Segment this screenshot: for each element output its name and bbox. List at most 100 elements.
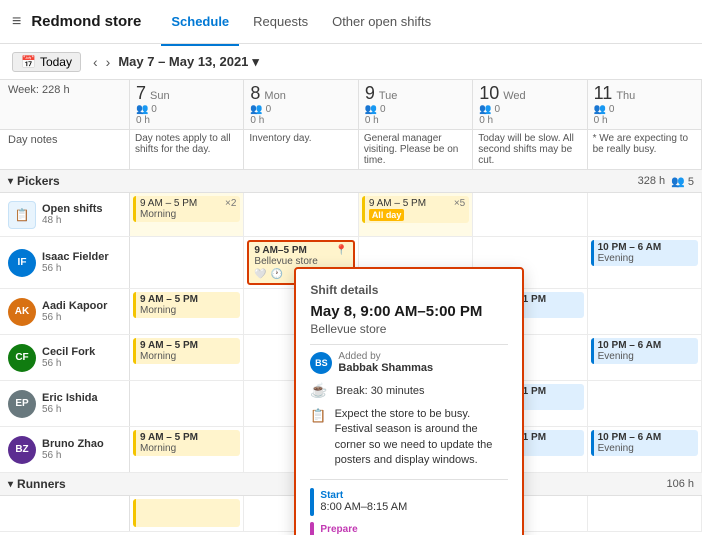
note-icon: 📋 — [310, 408, 326, 424]
calendar-icon: 📅 — [21, 55, 36, 69]
nav-tabs: Schedule Requests Other open shifts — [161, 10, 441, 33]
aadi-day4[interactable] — [588, 289, 702, 334]
bruno-name: Bruno Zhao — [42, 438, 104, 450]
open-shift-day3[interactable] — [473, 193, 587, 236]
open-shift-day1[interactable] — [244, 193, 358, 236]
runners-shift-0[interactable] — [133, 499, 240, 527]
heart-icon: 🤍 — [254, 269, 266, 280]
cecil-time-4: 10 PM – 6 AM — [598, 340, 694, 351]
activity-start: Start 8:00 AM–8:15 AM — [310, 488, 508, 516]
open-shift-day4[interactable] — [588, 193, 702, 236]
popup-divider-2 — [310, 479, 508, 480]
isaac-name: Isaac Fielder — [42, 251, 109, 263]
bruno-label-0: Morning — [140, 443, 236, 454]
note-day-4: * We are expecting to be really busy. — [588, 130, 702, 169]
cecil-shift-0[interactable]: 9 AM – 5 PM Morning — [133, 338, 240, 364]
pickers-label: Pickers — [17, 174, 60, 188]
day-num-4: 11 — [594, 83, 613, 104]
cecil-day0[interactable]: 9 AM – 5 PM Morning — [130, 335, 244, 380]
isaac-day0[interactable] — [130, 237, 244, 288]
cecil-cell: CF Cecil Fork 56 h — [0, 335, 130, 380]
popup-title: Shift details — [310, 283, 508, 297]
bruno-day0[interactable]: 9 AM – 5 PM Morning — [130, 427, 244, 472]
day-header-1: 8 Mon 👥 0 0 h — [244, 80, 358, 129]
popup-note-row: 📋 Expect the store to be busy. Festival … — [310, 407, 508, 469]
break-icon: ☕ — [310, 382, 327, 399]
aadi-hours: 56 h — [42, 312, 107, 323]
tab-schedule[interactable]: Schedule — [161, 10, 239, 33]
cecil-shift-4[interactable]: 10 PM – 6 AM Evening — [591, 338, 698, 364]
shift-count-2: ×5 — [454, 198, 465, 209]
cecil-name: Cecil Fork — [42, 346, 95, 358]
shift-count: ×2 — [225, 198, 236, 209]
aadi-day0[interactable]: 9 AM – 5 PM Morning — [130, 289, 244, 334]
day-header-3: 10 Wed 👥 0 0 h — [473, 80, 587, 129]
runners-day4[interactable] — [588, 496, 702, 531]
aadi-label-0: Morning — [140, 305, 236, 316]
bruno-time-4: 10 PM – 6 AM — [598, 432, 694, 443]
prev-week-button[interactable]: ‹ — [89, 54, 102, 70]
bruno-shift-0[interactable]: 9 AM – 5 PM Morning — [133, 430, 240, 456]
aadi-avatar: AK — [8, 298, 36, 326]
runners-left — [0, 496, 130, 531]
isaac-shift-4[interactable]: 10 PM – 6 AM Evening — [591, 240, 698, 266]
app-container: ≡ Redmond store Schedule Requests Other … — [0, 0, 702, 535]
tab-other-open-shifts[interactable]: Other open shifts — [322, 10, 441, 33]
open-shift-pill-0[interactable]: 9 AM – 5 PM ×2 Morning — [133, 196, 240, 222]
open-shift-day2[interactable]: 9 AM – 5 PM ×5 All day — [359, 193, 473, 236]
week-info: Week: 228 h — [8, 84, 121, 96]
section-header-pickers[interactable]: ▾ Pickers 328 h 👥 5 — [0, 170, 702, 193]
runners-label: Runners — [17, 477, 66, 491]
location-pin-icon: 📍 — [335, 245, 347, 256]
runners-hours: 106 h — [666, 478, 694, 490]
tab-requests[interactable]: Requests — [243, 10, 318, 33]
day-notes-row: Day notes Day notes apply to all shifts … — [0, 130, 702, 170]
hamburger-icon[interactable]: ≡ — [12, 13, 21, 31]
date-range[interactable]: May 7 – May 13, 2021 ▾ — [118, 54, 259, 70]
open-shifts-icon: 📋 — [8, 201, 36, 229]
day-name-3: Wed — [503, 90, 525, 102]
today-button[interactable]: 📅 Today — [12, 52, 81, 72]
aadi-time-0: 9 AM – 5 PM — [140, 294, 236, 305]
isaac-cell: IF Isaac Fielder 56 h — [0, 237, 130, 288]
activity-prepare: Prepare 8:00 AM–8:15 AM — [310, 522, 508, 535]
shift-time: 9 AM – 5 PM — [140, 198, 197, 209]
note-day-3: Today will be slow. All second shifts ma… — [473, 130, 587, 169]
aadi-shift-0[interactable]: 9 AM – 5 PM Morning — [133, 292, 240, 318]
isaac-day1[interactable]: 9 AM–5 PM 📍 Bellevue store 🤍 🕐 Shift det… — [244, 237, 358, 288]
day-info-0: 👥 0 — [136, 104, 237, 115]
open-shifts-hours: 48 h — [42, 215, 103, 226]
cecil-hours: 56 h — [42, 358, 95, 369]
popup-store: Bellevue store — [310, 322, 508, 336]
day-header-4: 11 Thu 👥 0 0 h — [588, 80, 702, 129]
next-week-button[interactable]: › — [102, 54, 115, 70]
eric-name: Eric Ishida — [42, 392, 98, 404]
day-num-0: 7 — [136, 83, 146, 104]
popup-added-row: BS Added by Babbak Shammas — [310, 351, 508, 374]
day-hours-0: 0 h — [136, 115, 237, 126]
eric-hours: 56 h — [42, 404, 98, 415]
open-shift-pill-2[interactable]: 9 AM – 5 PM ×5 All day — [362, 196, 469, 223]
bruno-day4[interactable]: 10 PM – 6 AM Evening — [588, 427, 702, 472]
popup-divider-1 — [310, 344, 508, 345]
pickers-count: 👥 5 — [671, 175, 694, 188]
activity-prepare-bar — [310, 522, 314, 535]
top-nav: ≡ Redmond store Schedule Requests Other … — [0, 0, 702, 44]
added-by-label: Added by — [338, 351, 433, 362]
eric-day0[interactable] — [130, 381, 244, 426]
day-header-2: 9 Tue 👥 0 0 h — [359, 80, 473, 129]
day-name-0: Sun — [150, 90, 170, 102]
cecil-avatar: CF — [8, 344, 36, 372]
runners-day0[interactable] — [130, 496, 244, 531]
day-num-2: 9 — [365, 83, 375, 104]
chevron-down-icon: ▾ — [252, 54, 259, 70]
isaac-day4[interactable]: 10 PM – 6 AM Evening — [588, 237, 702, 288]
bruno-shift-4[interactable]: 10 PM – 6 AM Evening — [591, 430, 698, 456]
open-shift-day0[interactable]: 9 AM – 5 PM ×2 Morning — [130, 193, 244, 236]
day-num-3: 10 — [479, 83, 499, 104]
all-day-badge: All day — [369, 209, 405, 221]
day-name-1: Mon — [264, 90, 285, 102]
cecil-day4[interactable]: 10 PM – 6 AM Evening — [588, 335, 702, 380]
notes-label: Day notes — [0, 130, 130, 169]
eric-day4[interactable] — [588, 381, 702, 426]
